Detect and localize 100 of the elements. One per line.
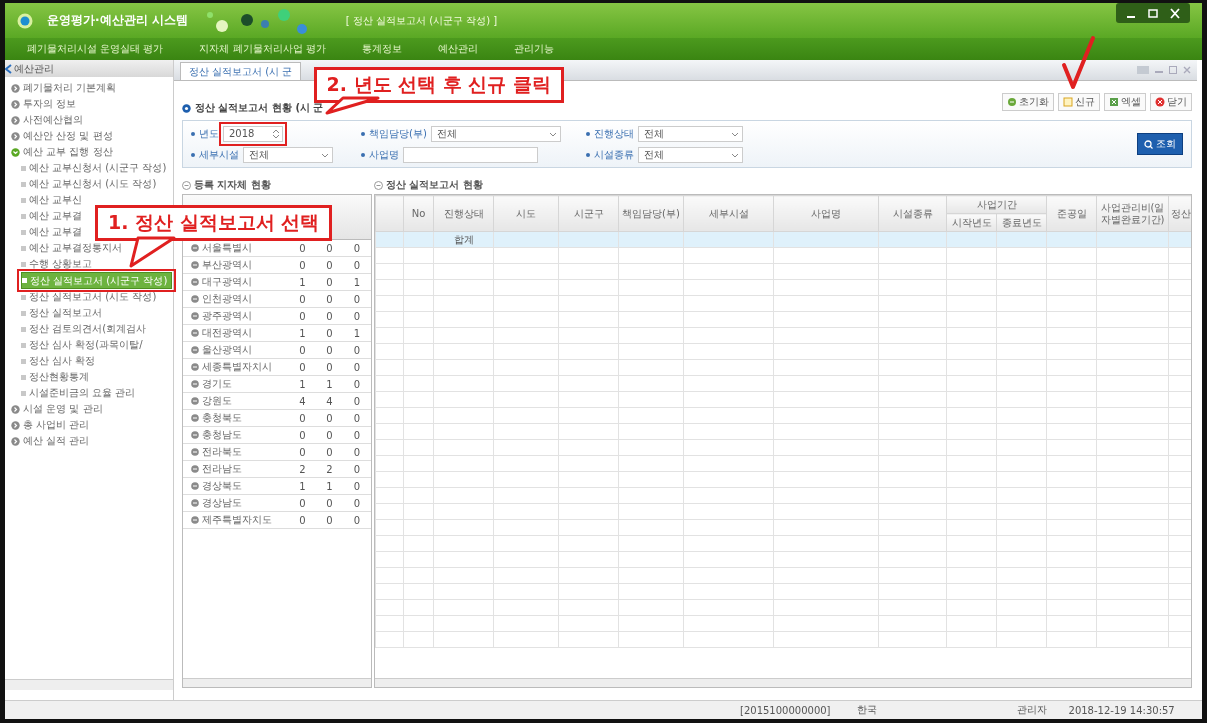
menu-tree-item[interactable]: 예산 교부신청서 (시군구 작성) [21, 160, 167, 176]
menu-tree-item[interactable]: 정산현황통계 [21, 369, 89, 385]
menu-item[interactable]: 예산관리 [437, 42, 478, 56]
toolbar-button[interactable]: 엑셀 [1104, 93, 1146, 111]
toolbar-button[interactable]: 닫기 [1150, 93, 1192, 111]
menu-tree-item[interactable]: 정산 검토의견서(회계검사 [21, 321, 147, 337]
table-cell-text: 0 [352, 463, 362, 475]
circle-arrow-icon [11, 99, 20, 109]
column-header[interactable]: 준공일 [1046, 195, 1097, 232]
tab[interactable]: 정산 실적보고서 (시 군 [180, 62, 302, 80]
bullet-icon [21, 326, 26, 332]
menu-tree-item[interactable]: 예산 교부결 [21, 224, 83, 240]
table-cell-text: 0 [325, 429, 334, 441]
minus-circle-icon[interactable] [191, 244, 199, 252]
table-cell-text: 0 [352, 378, 362, 390]
minus-circle-icon[interactable] [191, 465, 199, 473]
menu-item[interactable]: 관리기능 [513, 42, 554, 56]
column-header[interactable]: 시도 [493, 195, 559, 232]
menu-tree-item[interactable]: 폐기물처리 기본계획 [11, 80, 117, 96]
tile-icon[interactable] [1137, 66, 1149, 74]
menu-tree-item[interactable]: 수행 상황보고 [21, 256, 93, 272]
minus-circle-icon[interactable] [191, 448, 199, 456]
menu-tree-item[interactable]: 예산 교부신 [21, 192, 83, 208]
menu-tree-item[interactable]: 시설 운영 및 관리 [11, 401, 103, 417]
app-logo-text: 운영평가·예산관리 시스템 [47, 12, 188, 29]
minus-circle-icon[interactable] [191, 278, 199, 286]
minus-circle-icon[interactable] [191, 329, 199, 337]
column-header[interactable]: 진행상태 [433, 195, 494, 232]
menu-tree-item[interactable]: 예산 교부 집행 정산 [11, 144, 113, 160]
collapse-icon[interactable] [5, 63, 12, 74]
minus-circle-icon[interactable] [191, 312, 199, 320]
maximize-icon[interactable] [1148, 7, 1158, 19]
menu-tree-item[interactable]: 정산 실적보고서 [21, 305, 103, 321]
table-cell-text: 1 [298, 327, 307, 339]
minus-circle-icon[interactable] [191, 261, 199, 269]
table-cell-text: 0 [352, 242, 362, 254]
menu-tree-item[interactable]: 시설준비금의 요율 관리 [21, 385, 136, 401]
bullet-icon [21, 197, 26, 203]
restore-icon[interactable] [1169, 66, 1177, 74]
table-cell-text: 0 [298, 361, 307, 373]
logo-icon [17, 12, 33, 29]
year-spinner[interactable]: 2018 [223, 125, 283, 142]
status-text: 한국 [856, 703, 877, 717]
dropdown[interactable]: 전체 [638, 125, 743, 142]
minus-circle-icon[interactable] [191, 431, 199, 439]
menu-tree-item[interactable]: 정산 실적보고서 (시도 작성) [21, 289, 157, 305]
table-cell-text: 0 [325, 276, 334, 288]
text-field[interactable] [403, 146, 538, 163]
spinner-arrows-icon [272, 128, 280, 139]
bullet-icon [21, 165, 26, 171]
bullet-icon [586, 152, 590, 157]
minus-circle-icon[interactable] [191, 482, 199, 490]
table-cell-text: 1 [352, 327, 362, 339]
menu-tree-item[interactable]: 투자의 정보 [11, 96, 77, 112]
search-button[interactable]: 조회 [1137, 133, 1183, 155]
menu-item[interactable]: 폐기물처리시설 운영실태 평가 [27, 42, 164, 56]
table-cell: 부산광역시 [202, 258, 252, 272]
minus-circle-icon[interactable] [191, 516, 199, 524]
table-cell-text: 1 [352, 276, 362, 288]
menu-tree-item[interactable]: 예산안 산정 및 편성 [11, 128, 113, 144]
field-label: 책임담당(부) [369, 126, 427, 141]
bullet-icon [21, 374, 26, 380]
column-header[interactable]: 정산 [1168, 195, 1191, 232]
table-cell: 울산광역시 [202, 343, 252, 357]
toolbar-button[interactable]: 신규 [1058, 93, 1100, 111]
menu-tree-item[interactable]: 예산 교부신청서 (시도 작성) [21, 176, 157, 192]
circle-arrow-icon [11, 115, 20, 125]
column-header[interactable]: 사업기간 [946, 195, 1047, 214]
dropdown[interactable]: 전체 [243, 146, 333, 163]
panel-title: 등록 지자체 현황 [194, 178, 271, 192]
close-circle-icon [1155, 97, 1165, 107]
menu-tree-item[interactable]: 정산 심사 확정(과목이탈/ [21, 337, 143, 353]
bullet-icon [21, 181, 26, 187]
dropdown[interactable]: 전체 [430, 125, 561, 142]
minus-circle-icon[interactable] [191, 397, 199, 405]
menu-item[interactable]: 통계정보 [361, 42, 402, 56]
menu-tree-item[interactable]: 총 사업비 관리 [11, 417, 90, 433]
minus-circle-icon[interactable] [191, 295, 199, 303]
menu-item[interactable]: 지자체 폐기물처리사업 평가 [199, 42, 326, 56]
minus-circle-icon[interactable] [191, 346, 199, 354]
table-cell: 세종특별자치시 [202, 360, 272, 374]
column-header[interactable]: No [403, 195, 434, 232]
menu-tree-item[interactable]: 예산 교부결정통지서 [21, 240, 123, 256]
dropdown[interactable]: 전체 [638, 146, 743, 163]
toolbar-button[interactable]: 초기화 [1002, 93, 1054, 111]
menu-tree-item[interactable]: 사전예산협의 [11, 112, 83, 128]
column-header[interactable]: 시군구 [558, 195, 619, 232]
column-header[interactable]: 세부시설 [683, 195, 774, 232]
column-header[interactable]: 사업명 [773, 195, 879, 232]
minus-circle-icon[interactable] [191, 499, 199, 507]
table-cell-text: 0 [325, 361, 334, 373]
column-header[interactable]: 책임담당(부) [618, 195, 684, 232]
minus-circle-icon[interactable] [191, 414, 199, 422]
menu-tree-item[interactable]: 예산 실적 관리 [11, 433, 90, 449]
menu-tree-item[interactable]: 예산 교부결 [21, 208, 83, 224]
minus-circle-icon[interactable] [191, 380, 199, 388]
column-header[interactable]: 사업관리비(일자별완료기간) [1096, 195, 1169, 232]
column-header[interactable]: 시설종류 [878, 195, 947, 232]
menu-tree-item[interactable]: 정산 심사 확정 [21, 353, 96, 369]
minus-circle-icon[interactable] [191, 363, 199, 371]
